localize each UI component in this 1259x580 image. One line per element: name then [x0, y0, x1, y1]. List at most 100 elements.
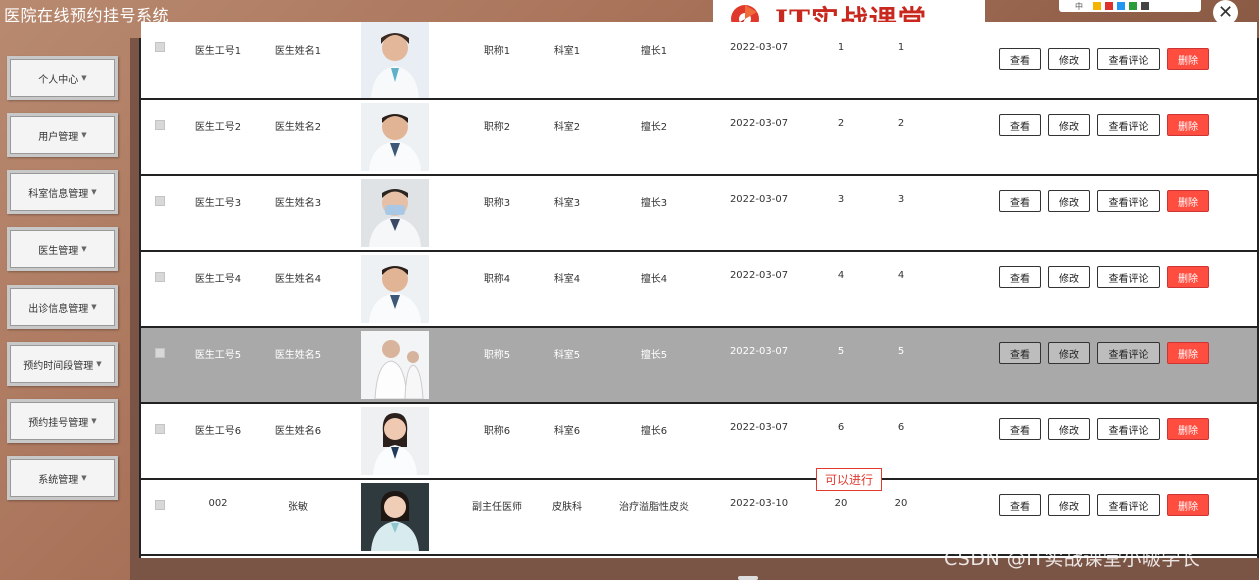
edit-button[interactable]: 修改 — [1048, 190, 1090, 212]
sidebar-item-label: 用户管理 — [38, 131, 79, 143]
delete-button[interactable]: 删除 — [1167, 342, 1209, 364]
edit-button[interactable]: 修改 — [1048, 48, 1090, 70]
view-button[interactable]: 查看 — [999, 418, 1041, 440]
chevron-down-icon: ▼ — [91, 417, 97, 425]
watermark: CSDN @IT实战课堂小啵学长 — [944, 548, 1201, 570]
table-row: 医生工号5 医生姓名5 职称5 科室5 擅长5 2022-03-07 5 5 查… — [141, 328, 1257, 404]
edit-button[interactable]: 修改 — [1048, 342, 1090, 364]
toolbar-swatch-green[interactable] — [1129, 2, 1137, 10]
toolbar-swatch-red[interactable] — [1105, 2, 1113, 10]
row-checkbox[interactable] — [155, 42, 165, 52]
delete-button[interactable]: 删除 — [1167, 48, 1209, 70]
doctor-department: 科室4 — [553, 274, 581, 285]
floating-toolbar[interactable]: 中 — [1059, 0, 1201, 12]
delete-button[interactable]: 删除 — [1167, 114, 1209, 136]
doctor-id: 医生工号2 — [194, 122, 242, 133]
doctor-specialty: 擅长1 — [640, 46, 668, 57]
count-value: 20 — [834, 498, 848, 509]
edit-button[interactable]: 修改 — [1048, 494, 1090, 516]
sidebar-item-label: 医生管理 — [38, 245, 79, 257]
view-button[interactable]: 查看 — [999, 494, 1041, 516]
view-comments-button[interactable]: 查看评论 — [1097, 190, 1160, 212]
table-row: 医生工号6 医生姓名6 职称6 科室6 擅长6 2022-03-07 6 6 查… — [141, 404, 1257, 480]
row-checkbox[interactable] — [155, 120, 165, 130]
toolbar-swatch-blue[interactable] — [1117, 2, 1125, 10]
view-button[interactable]: 查看 — [999, 114, 1041, 136]
visit-date: 2022-03-07 — [729, 194, 789, 205]
doctor-name: 医生姓名6 — [274, 426, 322, 437]
sidebar-item-system-management[interactable]: 系统管理 ▼ — [7, 456, 118, 500]
doctor-department: 皮肤科 — [552, 502, 582, 513]
sidebar-item-appointments[interactable]: 预约挂号管理 ▼ — [7, 399, 118, 443]
count-value: 5 — [837, 346, 845, 357]
view-button[interactable]: 查看 — [999, 266, 1041, 288]
table-row: 医生工号3 医生姓名3 职称3 科室3 擅长3 2022-03-07 3 3 查… — [141, 176, 1257, 252]
doctor-department: 科室6 — [553, 426, 581, 437]
view-comments-button[interactable]: 查看评论 — [1097, 418, 1160, 440]
view-button[interactable]: 查看 — [999, 48, 1041, 70]
chevron-down-icon: ▼ — [81, 74, 87, 82]
row-checkbox[interactable] — [155, 196, 165, 206]
chevron-down-icon: ▼ — [81, 474, 87, 482]
sidebar-item-time-slots[interactable]: 预约时间段管理 ▼ — [7, 342, 118, 386]
count-value: 4 — [897, 270, 905, 281]
view-comments-button[interactable]: 查看评论 — [1097, 342, 1160, 364]
view-button[interactable]: 查看 — [999, 342, 1041, 364]
doctor-title: 职称3 — [483, 198, 511, 209]
sidebar-item-user-management[interactable]: 用户管理 ▼ — [7, 113, 118, 157]
doctor-table: 医生工号1 医生姓名1 职称1 科室1 擅长1 2022-03-07 1 1 查… — [139, 22, 1259, 558]
view-comments-button[interactable]: 查看评论 — [1097, 494, 1160, 516]
sidebar-item-label: 预约挂号管理 — [28, 417, 89, 429]
doctor-department: 科室2 — [553, 122, 581, 133]
count-value: 3 — [837, 194, 845, 205]
delete-button[interactable]: 删除 — [1167, 266, 1209, 288]
delete-button[interactable]: 删除 — [1167, 494, 1209, 516]
sidebar-item-department-info[interactable]: 科室信息管理 ▼ — [7, 170, 118, 214]
sidebar-item-personal-center[interactable]: 个人中心 ▼ — [7, 56, 118, 100]
delete-button[interactable]: 删除 — [1167, 190, 1209, 212]
chevron-down-icon: ▼ — [91, 188, 97, 196]
toolbar-swatch-gray[interactable] — [1141, 2, 1149, 10]
doctor-title: 职称2 — [483, 122, 511, 133]
chevron-down-icon: ▼ — [81, 131, 87, 139]
view-comments-button[interactable]: 查看评论 — [1097, 48, 1160, 70]
doctor-photo — [361, 331, 429, 399]
row-checkbox[interactable] — [155, 500, 165, 510]
edit-button[interactable]: 修改 — [1048, 114, 1090, 136]
table-row: 医生工号4 医生姓名4 职称4 科室4 擅长4 2022-03-07 4 4 查… — [141, 252, 1257, 328]
edit-button[interactable]: 修改 — [1048, 418, 1090, 440]
toolbar-swatch-yellow[interactable] — [1093, 2, 1101, 10]
edit-button[interactable]: 修改 — [1048, 266, 1090, 288]
row-checkbox[interactable] — [155, 272, 165, 282]
row-checkbox[interactable] — [155, 424, 165, 434]
delete-button[interactable]: 删除 — [1167, 418, 1209, 440]
doctor-photo — [361, 179, 429, 247]
count-value: 6 — [837, 422, 845, 433]
doctor-id: 医生工号4 — [194, 274, 242, 285]
view-comments-button[interactable]: 查看评论 — [1097, 266, 1160, 288]
visit-date: 2022-03-07 — [729, 42, 789, 53]
doctor-photo — [361, 103, 429, 171]
doctor-title: 职称1 — [483, 46, 511, 57]
chevron-down-icon: ▼ — [96, 360, 102, 368]
view-button[interactable]: 查看 — [999, 190, 1041, 212]
annotation-tooltip: 可以进行 — [816, 468, 882, 491]
sidebar-item-label: 科室信息管理 — [28, 188, 89, 200]
sidebar-item-label: 系统管理 — [38, 474, 79, 486]
sidebar-item-label: 个人中心 — [38, 74, 79, 86]
row-checkbox[interactable] — [155, 348, 165, 358]
doctor-photo — [361, 22, 429, 98]
doctor-name: 医生姓名3 — [274, 198, 322, 209]
count-value: 2 — [897, 118, 905, 129]
doctor-specialty: 治疗溢脂性皮炎 — [619, 502, 689, 513]
count-value: 3 — [897, 194, 905, 205]
count-value: 1 — [897, 42, 905, 53]
sidebar-item-label: 预约时间段管理 — [23, 360, 94, 372]
table-row: 医生工号2 医生姓名2 职称2 科室2 擅长2 2022-03-07 2 2 查… — [141, 100, 1257, 176]
doctor-photo — [361, 407, 429, 475]
view-comments-button[interactable]: 查看评论 — [1097, 114, 1160, 136]
sidebar-item-doctor-management[interactable]: 医生管理 ▼ — [7, 227, 118, 271]
doctor-photo — [361, 255, 429, 323]
sidebar-item-visit-info[interactable]: 出诊信息管理 ▼ — [7, 285, 118, 329]
doctor-id: 医生工号3 — [194, 198, 242, 209]
